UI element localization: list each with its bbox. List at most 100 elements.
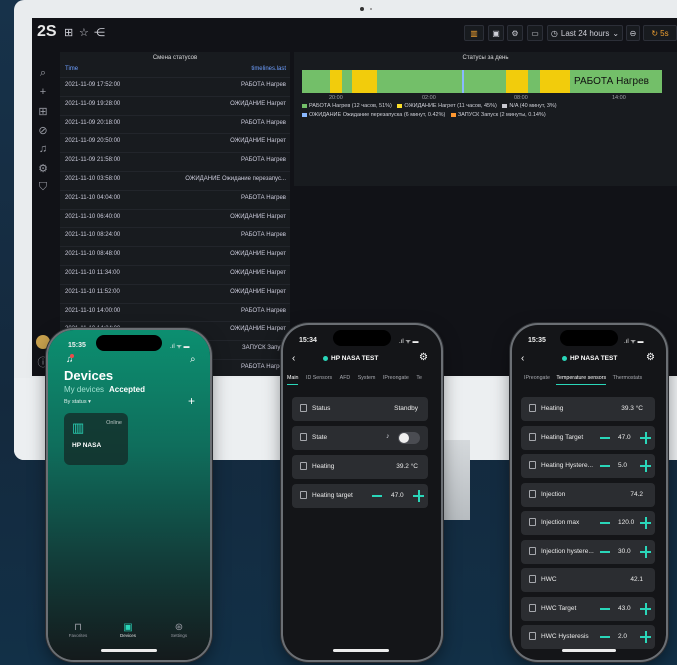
back-icon[interactable]: ‹ <box>292 353 295 364</box>
row-value: 5.0 <box>618 462 628 469</box>
decrement-button[interactable] <box>600 522 610 524</box>
col-status[interactable]: timelines.last <box>251 66 286 72</box>
state-timeline[interactable]: РАБОТА Нагрев <box>302 70 662 93</box>
table-row[interactable]: 2021-11-10 04:04:00 РАБОТА Нагрев <box>60 189 290 204</box>
decrement-button[interactable] <box>600 465 610 467</box>
row-status: ОЖИДАНИЕ Нагрет <box>230 288 286 295</box>
tab-ipreongate[interactable]: IPreongate <box>524 375 550 381</box>
status-time: 15:34 <box>299 337 317 344</box>
row-label: Heating Hystere... <box>541 462 594 469</box>
grafana-screen: 2S ⊞ ☆ ⋲ ▥ ▣ ⚙ ▭ ◷ Last 24 hours ⌄ ⊖ ↻ 5… <box>32 18 677 376</box>
back-icon[interactable]: ‹ <box>521 353 524 364</box>
app-logo[interactable]: 2S <box>37 23 57 41</box>
table-row[interactable]: 2021-11-10 11:52:00 ОЖИДАНИЕ Нагрет <box>60 283 290 298</box>
tab-id-sensors[interactable]: ID Sensors <box>306 375 332 381</box>
legend-item[interactable]: РАБОТА Нагрев (12 часов, 51%) <box>309 103 392 109</box>
gear-icon[interactable]: ⚙ <box>646 352 655 363</box>
apps-icon[interactable]: ⊞ <box>64 26 73 39</box>
legend-item[interactable]: ОЖИДАНИЕ Ожидание перезапуска (6 минут, … <box>309 112 445 118</box>
table-row[interactable]: 2021-11-09 19:28:00 ОЖИДАНИЕ Нагрет <box>60 95 290 110</box>
plus-icon-v <box>644 460 647 472</box>
row-icon <box>300 404 307 412</box>
filter-label: By status <box>64 399 87 405</box>
add-device-button[interactable]: + <box>188 394 195 408</box>
heating-row: Heating 39.2 °C <box>292 455 428 479</box>
row-time: 2021-11-10 11:34:00 <box>65 270 120 276</box>
time-range-label: Last 24 hours <box>560 28 610 38</box>
timeline-segment <box>506 70 528 93</box>
tab-te[interactable]: Te <box>416 375 422 381</box>
tab-main[interactable]: Main <box>287 375 299 385</box>
table-row[interactable]: 2021-11-10 06:40:00 ОЖИДАНИЕ Нагрет <box>60 208 290 223</box>
status-filter[interactable]: By status ▾ <box>64 399 91 405</box>
row-time: 2021-11-10 04:04:00 <box>65 194 121 201</box>
device-title: HP NASA TEST <box>562 355 617 362</box>
table-row[interactable]: 2021-11-10 08:24:00 РАБОТА Нагрев <box>60 227 290 241</box>
search-icon[interactable]: ⌕ <box>190 354 196 365</box>
legend-swatch <box>302 112 307 117</box>
explore-icon[interactable]: ⊘ <box>36 124 50 138</box>
bell-icon[interactable]: ♫ <box>36 143 50 157</box>
legend-item[interactable]: N/A (40 минут, 3%) <box>509 103 556 109</box>
star-icon[interactable]: ☆ <box>79 26 89 39</box>
heating-target-row: Heating target 47.0 <box>292 484 428 508</box>
col-time[interactable]: Time <box>65 66 78 72</box>
tab-afd[interactable]: AFD <box>340 375 351 381</box>
phone-devices: 15:35 .ıl ᯤ ▬ ♫ ⌕ Devices My devices Acc… <box>48 330 210 660</box>
row-time: 2021-11-09 20:50:00 <box>65 138 121 145</box>
table-row[interactable]: 2021-11-10 03:58:00 ОЖИДАНИЕ Ожидание пер… <box>60 171 290 185</box>
decrement-button[interactable] <box>600 436 610 439</box>
table-row[interactable]: 2021-11-09 20:50:00 ОЖИДАНИЕ Нагрет <box>60 133 290 147</box>
shield-icon[interactable]: ⛉ <box>36 181 50 195</box>
nav-settings[interactable]: ⊛ Settings <box>159 622 199 638</box>
zoom-out-icon[interactable]: ⊖ <box>626 25 640 41</box>
plus-icon-v <box>644 545 647 558</box>
gear-icon[interactable]: ⚙ <box>507 25 523 41</box>
refresh-interval: 5s <box>660 28 669 38</box>
nav-devices[interactable]: ▣ Devices <box>108 622 148 638</box>
table-row[interactable]: 2021-11-10 14:00:00 РАБОТА Нагрев <box>60 302 290 317</box>
plus-icon-v <box>644 517 647 529</box>
row-icon <box>529 632 536 640</box>
table-row[interactable]: 2021-11-09 17:52:00 РАБОТА Нагрев <box>60 77 290 91</box>
title-text: HP NASA TEST <box>331 355 379 362</box>
nav-label: Settings <box>170 633 188 638</box>
tab-system[interactable]: System <box>358 375 376 381</box>
row-value: 42.1 <box>630 576 643 583</box>
decrement-button[interactable] <box>372 495 382 497</box>
refresh-button[interactable]: ↻ 5s <box>643 25 677 41</box>
save-icon[interactable]: ▣ <box>488 25 504 41</box>
table-row[interactable]: 2021-11-09 20:18:00 РАБОТА Нагрев <box>60 114 290 129</box>
search-icon[interactable]: ⌕ <box>36 67 50 81</box>
row-value: Standby <box>394 405 418 412</box>
decrement-button[interactable] <box>600 607 610 610</box>
plus-icon-v <box>644 431 647 444</box>
plus-icon[interactable]: + <box>36 86 50 100</box>
settings-icon[interactable]: ⚙ <box>36 162 50 176</box>
online-dot <box>323 355 328 361</box>
state-toggle[interactable] <box>398 432 420 444</box>
legend-item[interactable]: ЗАПУСК Запуск (2 минуты, 0.14%) <box>458 112 546 118</box>
dashboards-icon[interactable]: ⊞ <box>36 105 50 119</box>
notch <box>560 330 618 346</box>
share-icon[interactable]: ⋲ <box>94 26 105 39</box>
tab-temperature-sensors[interactable]: Temperature sensors <box>556 375 607 385</box>
legend-item[interactable]: ОЖИДАНИЕ Нагрет (11 часов, 45%) <box>404 103 496 109</box>
decrement-button[interactable] <box>600 550 610 553</box>
tab-my-devices[interactable]: My devices <box>64 385 104 394</box>
table-row[interactable]: 2021-11-09 21:58:00 РАБОТА Нагрев <box>60 152 290 166</box>
gear-icon[interactable]: ⚙ <box>419 352 428 363</box>
tv-icon[interactable]: ▭ <box>527 25 543 41</box>
row-value: 2.0 <box>618 633 628 640</box>
time-range-picker[interactable]: ◷ Last 24 hours ⌄ <box>547 25 623 41</box>
tab-accepted[interactable]: Accepted <box>109 385 145 394</box>
row-value: 39.2 °C <box>396 463 418 470</box>
table-row[interactable]: 2021-11-10 08:48:00 ОЖИДАНИЕ Нагрет <box>60 246 290 260</box>
table-row[interactable]: 2021-11-10 11:34:00 ОЖИДАНИЕ Нагрет <box>60 265 290 279</box>
decrement-button[interactable] <box>600 636 610 638</box>
nav-favorites[interactable]: ⊓ Favorites <box>58 622 98 638</box>
tab-thermostats[interactable]: Thermostats <box>613 375 642 381</box>
device-card[interactable]: ▥ Online HP NASA <box>64 413 128 465</box>
tab-ipreongate[interactable]: IPreongate <box>383 375 409 381</box>
add-panel-button[interactable]: ▥ <box>464 25 484 41</box>
